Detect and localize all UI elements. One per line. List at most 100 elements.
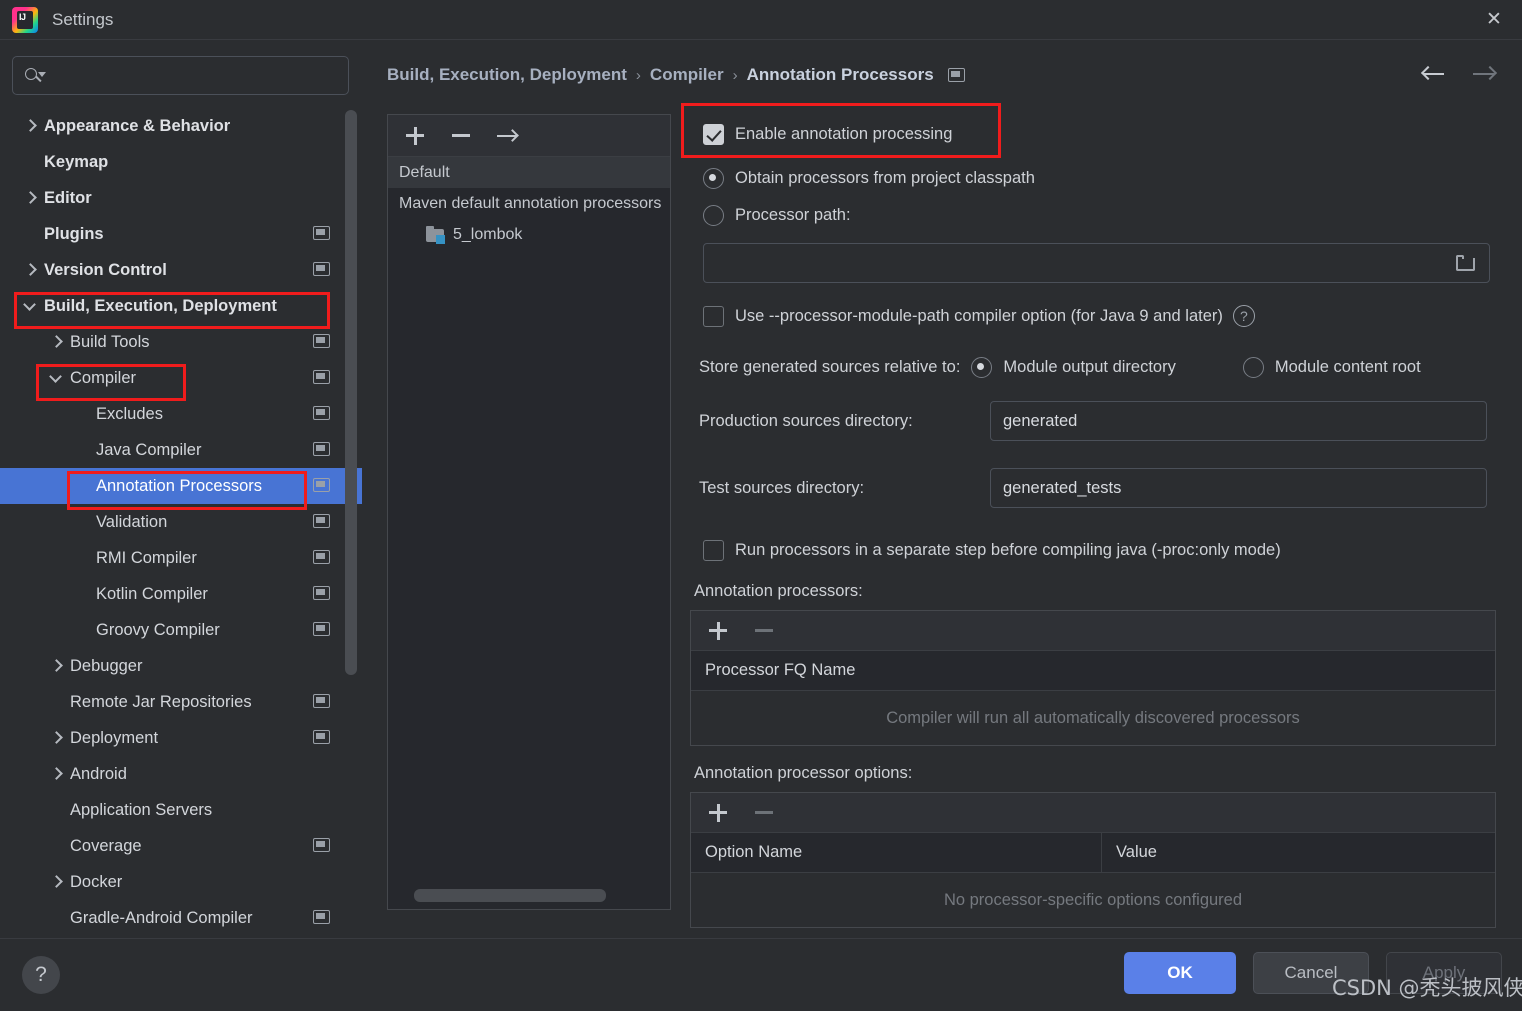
- arrow-left-icon[interactable]: [1420, 60, 1448, 88]
- intellij-idea-logo-icon: [12, 6, 38, 33]
- sidebar-item-deployment[interactable]: Deployment: [0, 720, 362, 756]
- module-list-item[interactable]: Maven default annotation processors: [388, 188, 670, 219]
- chevron-right-icon[interactable]: [48, 730, 64, 746]
- help-circle-icon[interactable]: ?: [1232, 305, 1255, 327]
- chevron-right-icon[interactable]: [48, 658, 64, 674]
- plus-icon[interactable]: [705, 618, 731, 644]
- sidebar-item-label: Version Control: [44, 260, 167, 279]
- chevron-right-icon[interactable]: [48, 766, 64, 782]
- breadcrumb-item-0[interactable]: Build, Execution, Deployment: [387, 65, 627, 85]
- sidebar-item-android[interactable]: Android: [0, 756, 362, 792]
- module-output-directory-radio[interactable]: [971, 356, 993, 378]
- sidebar-item-plugins[interactable]: Plugins: [0, 216, 362, 252]
- module-list[interactable]: Default Maven default annotation processo…: [388, 157, 670, 250]
- module-config-icon[interactable]: [313, 586, 330, 600]
- separate-step-row[interactable]: Run processors in a separate step before…: [690, 534, 1500, 566]
- module-config-icon[interactable]: [313, 730, 330, 744]
- folder-open-icon[interactable]: [1455, 254, 1477, 273]
- processor-path-row[interactable]: Processor path:: [690, 199, 1500, 231]
- module-list-item[interactable]: 5_lombok: [388, 219, 670, 250]
- production-sources-field[interactable]: generated: [990, 401, 1487, 441]
- test-sources-row: Test sources directory: generated_tests: [690, 468, 1500, 508]
- ok-button[interactable]: OK: [1124, 952, 1236, 994]
- module-list-horizontal-scrollbar[interactable]: [414, 889, 606, 902]
- sidebar-item-kotlin-compiler[interactable]: Kotlin Compiler: [0, 576, 362, 612]
- search-input[interactable]: [45, 67, 338, 84]
- sidebar-item-excludes[interactable]: Excludes: [0, 396, 362, 432]
- sidebar-item-debugger[interactable]: Debugger: [0, 648, 362, 684]
- sidebar-item-label: Editor: [44, 188, 92, 207]
- module-config-icon[interactable]: [313, 442, 330, 456]
- processor-path-label: Processor path:: [735, 205, 851, 224]
- breadcrumb-item-2[interactable]: Annotation Processors: [747, 65, 934, 85]
- help-icon[interactable]: ?: [22, 956, 60, 994]
- chevron-right-icon[interactable]: [22, 262, 38, 278]
- obtain-from-classpath-radio[interactable]: [703, 167, 724, 189]
- chevron-down-icon[interactable]: [48, 370, 64, 386]
- plus-icon[interactable]: [402, 123, 428, 149]
- sidebar-item-version-control[interactable]: Version Control: [0, 252, 362, 288]
- module-config-icon[interactable]: [313, 370, 330, 384]
- module-config-icon[interactable]: [313, 838, 330, 852]
- use-module-path-row[interactable]: Use --processor-module-path compiler opt…: [690, 300, 1500, 332]
- sidebar-item-remote-jar-repositories[interactable]: Remote Jar Repositories: [0, 684, 362, 720]
- module-config-icon[interactable]: [313, 910, 330, 924]
- enable-annotation-processing-checkbox[interactable]: [703, 123, 724, 145]
- sidebar-item-gradle-android-compiler[interactable]: Gradle-Android Compiler: [0, 900, 362, 936]
- processor-path-field[interactable]: [703, 243, 1490, 283]
- cancel-button[interactable]: Cancel: [1253, 952, 1369, 994]
- chevron-right-icon[interactable]: [22, 118, 38, 134]
- chevron-down-icon[interactable]: [22, 298, 38, 314]
- sidebar-item-label: Build Tools: [70, 332, 150, 351]
- module-config-icon[interactable]: [313, 334, 330, 348]
- sidebar-item-build-tools[interactable]: Build Tools: [0, 324, 362, 360]
- arrow-right-icon[interactable]: [494, 123, 520, 149]
- processor-path-radio[interactable]: [703, 204, 724, 226]
- sidebar-item-application-servers[interactable]: Application Servers: [0, 792, 362, 828]
- sidebar-item-groovy-compiler[interactable]: Groovy Compiler: [0, 612, 362, 648]
- enable-annotation-processing-row[interactable]: Enable annotation processing: [690, 117, 1500, 151]
- sidebar-item-validation[interactable]: Validation: [0, 504, 362, 540]
- test-sources-field[interactable]: generated_tests: [990, 468, 1487, 508]
- module-config-icon[interactable]: [313, 478, 330, 492]
- sidebar-item-label: Groovy Compiler: [96, 620, 220, 639]
- sidebar-item-docker[interactable]: Docker: [0, 864, 362, 900]
- separate-step-checkbox[interactable]: [703, 539, 724, 561]
- module-config-icon[interactable]: [313, 406, 330, 420]
- module-config-icon[interactable]: [313, 694, 330, 708]
- sidebar-item-compiler[interactable]: Compiler: [0, 360, 362, 396]
- chevron-right-icon[interactable]: [48, 874, 64, 890]
- sidebar-item-appearance-behavior[interactable]: Appearance & Behavior: [0, 108, 362, 144]
- sidebar-item-annotation-processors[interactable]: Annotation Processors: [0, 468, 362, 504]
- plus-icon[interactable]: [705, 800, 731, 826]
- chevron-right-icon[interactable]: [22, 190, 38, 206]
- sidebar-scrollbar[interactable]: [345, 110, 357, 675]
- arrow-right-icon[interactable]: [1470, 60, 1498, 88]
- sidebar-item-java-compiler[interactable]: Java Compiler: [0, 432, 362, 468]
- processors-table-header: Processor FQ Name: [691, 651, 1495, 691]
- module-config-icon[interactable]: [313, 514, 330, 528]
- module-content-root-radio[interactable]: [1242, 356, 1264, 378]
- settings-search[interactable]: [12, 56, 349, 95]
- sidebar-item-editor[interactable]: Editor: [0, 180, 362, 216]
- close-icon[interactable]: ✕: [1466, 0, 1522, 39]
- module-config-icon[interactable]: [947, 68, 965, 82]
- sidebar-item-rmi-compiler[interactable]: RMI Compiler: [0, 540, 362, 576]
- obtain-from-classpath-row[interactable]: Obtain processors from project classpath: [690, 162, 1500, 194]
- module-config-icon[interactable]: [313, 622, 330, 636]
- sidebar-item-keymap[interactable]: Keymap: [0, 144, 362, 180]
- use-module-path-checkbox[interactable]: [703, 305, 724, 327]
- chevron-right-icon[interactable]: [48, 334, 64, 350]
- module-config-icon[interactable]: [313, 550, 330, 564]
- sidebar-item-coverage[interactable]: Coverage: [0, 828, 362, 864]
- settings-tree[interactable]: Appearance & Behavior Keymap Editor Plugins…: [0, 108, 362, 938]
- breadcrumb-item-1[interactable]: Compiler: [650, 65, 724, 85]
- module-config-icon[interactable]: [313, 226, 330, 240]
- module-config-icon[interactable]: [313, 262, 330, 276]
- sidebar-item-build-execution-deployment[interactable]: Build, Execution, Deployment: [0, 288, 362, 324]
- module-list-item[interactable]: Default: [388, 157, 670, 188]
- minus-icon[interactable]: [448, 123, 474, 149]
